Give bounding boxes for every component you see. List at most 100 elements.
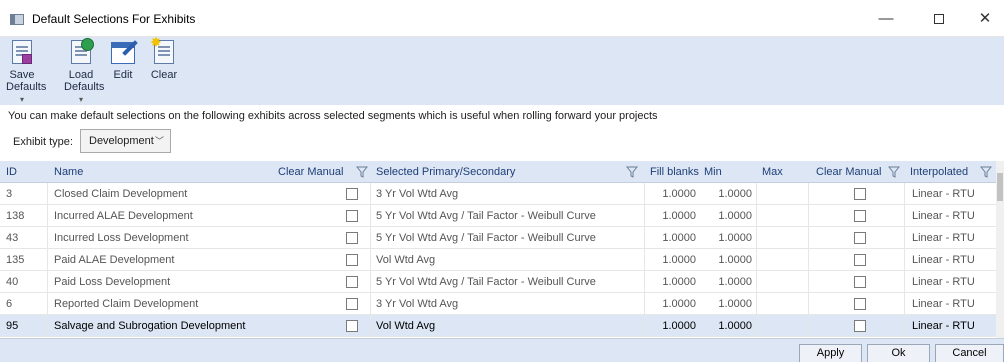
col-min[interactable]: Min [704, 161, 722, 183]
ok-button[interactable]: Ok [867, 344, 930, 362]
cell-interpolated[interactable]: Linear - RTU [912, 227, 975, 249]
load-label-2: Defaults [64, 81, 105, 93]
cell-interpolated[interactable]: Linear - RTU [912, 183, 975, 205]
save-defaults-icon [10, 40, 34, 66]
edit-button[interactable]: Edit [110, 40, 138, 81]
col-max[interactable]: Max [762, 161, 783, 183]
cell-fill-blanks[interactable]: 1.0000 [650, 249, 696, 271]
cell-name: Closed Claim Development [54, 188, 188, 200]
vertical-scrollbar[interactable] [996, 161, 1004, 338]
window-title: Default Selections For Exhibits [32, 12, 196, 26]
clear-manual-checkbox[interactable] [854, 188, 866, 200]
edit-table-icon [111, 40, 138, 66]
clear-manual-checkbox[interactable] [346, 232, 358, 244]
load-label: Load [68, 69, 94, 81]
exhibit-type-label: Exhibit type: [13, 136, 73, 148]
clear-manual-checkbox[interactable] [854, 232, 866, 244]
close-button[interactable]: ✕ [962, 0, 1004, 37]
apply-button[interactable]: Apply [799, 344, 862, 362]
cell-name: Salvage and Subrogation Development [54, 320, 246, 332]
load-defaults-button[interactable]: Load Defaults ▾ [64, 38, 104, 106]
exhibit-type-value: Development [89, 135, 154, 147]
cell-interpolated[interactable]: Linear - RTU [912, 293, 975, 315]
cell-interpolated[interactable]: Linear - RTU [912, 205, 975, 227]
cell-fill-blanks[interactable]: 1.0000 [650, 183, 696, 205]
clear-manual-checkbox[interactable] [346, 276, 358, 288]
clear-sparkle-icon: ✸ [150, 35, 176, 66]
cell-interpolated[interactable]: Linear - RTU [912, 271, 975, 293]
save-label-2: Defaults [6, 81, 47, 93]
cell-id: 3 [6, 188, 13, 200]
cell-selected: 5 Yr Vol Wtd Avg / Tail Factor - Weibull… [376, 232, 596, 244]
window-icon [10, 14, 24, 25]
clear-button[interactable]: ✸ Clear [150, 35, 178, 81]
cell-fill-blanks[interactable]: 1.0000 [650, 227, 696, 249]
cell-id: 6 [6, 298, 13, 310]
cell-fill-blanks[interactable]: 1.0000 [650, 293, 696, 315]
table-row[interactable]: 6 Reported Claim Development 3 Yr Vol Wt… [0, 293, 996, 315]
chevron-down-icon: ▾ [78, 95, 83, 104]
clear-manual-checkbox[interactable] [854, 320, 866, 332]
cell-min[interactable]: 1.0000 [704, 227, 752, 249]
cell-selected: 5 Yr Vol Wtd Avg / Tail Factor - Weibull… [376, 276, 596, 288]
cell-min[interactable]: 1.0000 [704, 249, 752, 271]
filter-icon[interactable] [356, 166, 368, 178]
cell-selected: Vol Wtd Avg [376, 320, 436, 332]
cell-min[interactable]: 1.0000 [704, 293, 752, 315]
table-row[interactable]: 135 Paid ALAE Development Vol Wtd Avg 1.… [0, 249, 996, 271]
toolbar: Save Defaults ▾ Load Defaults ▾ Edit ✸ C… [0, 35, 1004, 106]
chevron-down-icon: ﹀ [154, 136, 164, 146]
cancel-button[interactable]: Cancel [935, 344, 1004, 362]
filter-icon[interactable] [888, 166, 900, 178]
cell-id: 43 [6, 232, 19, 244]
clear-manual-checkbox[interactable] [346, 298, 358, 310]
title-bar: Default Selections For Exhibits — ✕ [0, 0, 1004, 37]
col-name[interactable]: Name [54, 161, 83, 183]
cell-selected: 5 Yr Vol Wtd Avg / Tail Factor - Weibull… [376, 210, 596, 222]
table-row-selected[interactable]: 95 Salvage and Subrogation Development V… [0, 315, 996, 337]
filter-icon[interactable] [980, 166, 992, 178]
clear-label: Clear [150, 69, 178, 81]
clear-manual-checkbox[interactable] [854, 298, 866, 310]
cell-interpolated[interactable]: Linear - RTU [912, 315, 975, 337]
footer-bar: Apply Ok Cancel [0, 338, 1004, 362]
cell-name: Reported Claim Development [54, 298, 199, 310]
clear-manual-checkbox[interactable] [346, 210, 358, 222]
load-defaults-icon [69, 38, 94, 66]
cell-min[interactable]: 1.0000 [704, 315, 752, 337]
cell-selected: 3 Yr Vol Wtd Avg [376, 298, 459, 310]
col-id[interactable]: ID [6, 161, 17, 183]
cell-min[interactable]: 1.0000 [704, 183, 752, 205]
chevron-down-icon: ▾ [19, 95, 24, 104]
cell-fill-blanks[interactable]: 1.0000 [650, 205, 696, 227]
col-clear-manual[interactable]: Clear Manual [278, 161, 343, 183]
maximize-button[interactable] [916, 0, 962, 37]
clear-manual-checkbox[interactable] [854, 254, 866, 266]
scrollbar-thumb[interactable] [997, 173, 1003, 201]
exhibit-type-select[interactable]: Development ﹀ [80, 129, 171, 153]
cell-name: Paid Loss Development [54, 276, 171, 288]
clear-manual-checkbox[interactable] [346, 188, 358, 200]
table-row[interactable]: 3 Closed Claim Development 3 Yr Vol Wtd … [0, 183, 996, 205]
cell-selected: 3 Yr Vol Wtd Avg [376, 188, 459, 200]
filter-icon[interactable] [626, 166, 638, 178]
col-clear-manual-2[interactable]: Clear Manual [816, 161, 881, 183]
save-defaults-button[interactable]: Save Defaults ▾ [6, 40, 46, 106]
col-fill-blanks[interactable]: Fill blanks [650, 161, 699, 183]
clear-manual-checkbox[interactable] [346, 320, 358, 332]
cell-min[interactable]: 1.0000 [704, 271, 752, 293]
clear-manual-checkbox[interactable] [854, 276, 866, 288]
minimize-button[interactable]: — [863, 0, 909, 37]
col-selected[interactable]: Selected Primary/Secondary [376, 161, 515, 183]
cell-interpolated[interactable]: Linear - RTU [912, 249, 975, 271]
table-row[interactable]: 40 Paid Loss Development 5 Yr Vol Wtd Av… [0, 271, 996, 293]
cell-fill-blanks[interactable]: 1.0000 [650, 271, 696, 293]
col-interpolated[interactable]: Interpolated [910, 161, 968, 183]
table-row[interactable]: 138 Incurred ALAE Development 5 Yr Vol W… [0, 205, 996, 227]
clear-manual-checkbox[interactable] [854, 210, 866, 222]
cell-min[interactable]: 1.0000 [704, 205, 752, 227]
clear-manual-checkbox[interactable] [346, 254, 358, 266]
table-row[interactable]: 43 Incurred Loss Development 5 Yr Vol Wt… [0, 227, 996, 249]
info-text: You can make default selections on the f… [8, 110, 658, 122]
cell-fill-blanks[interactable]: 1.0000 [650, 315, 696, 337]
